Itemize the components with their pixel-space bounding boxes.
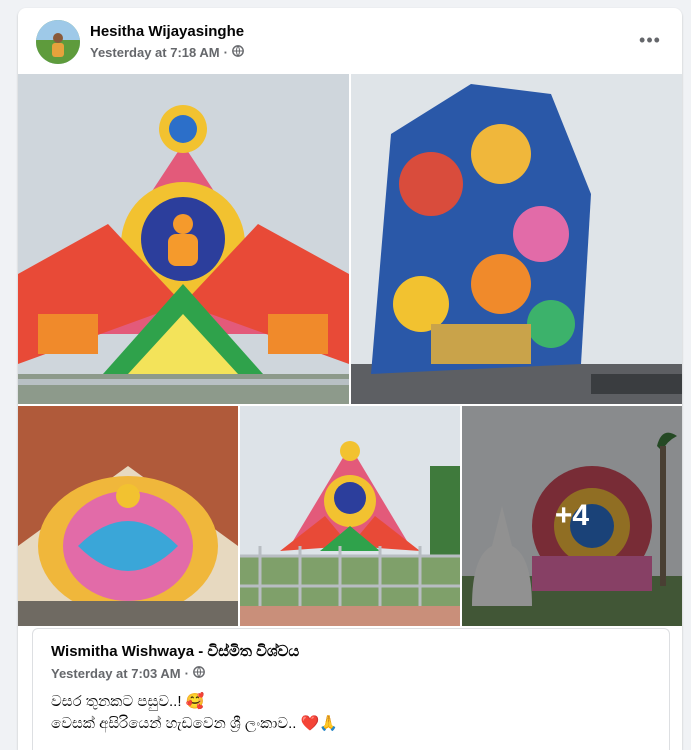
photo-grid: +4 (18, 74, 682, 626)
post-header: Hesitha Wijayasinghe Yesterday at 7:18 A… (18, 8, 682, 74)
meta-separator: · (223, 45, 228, 60)
shared-post-meta: Yesterday at 7:03 AM · (51, 666, 205, 681)
more-photos-count: +4 (554, 499, 590, 532)
photo-tile-4[interactable] (240, 406, 460, 626)
post-meta: Yesterday at 7:18 AM · (90, 45, 244, 60)
photo-pandal-closeup (18, 406, 238, 626)
shared-post-line-2: වෙසක් අසිරියෙන් හැඩවෙන ශ්‍රී ලංකාව.. ❤️🙏 (51, 715, 338, 732)
photo-tile-2[interactable] (351, 74, 682, 404)
shared-post[interactable]: Wismitha Wishwaya - විස්මිත විශ්වය Yeste… (32, 628, 670, 750)
shared-post-timestamp[interactable]: Yesterday at 7:03 AM (51, 666, 181, 681)
avatar[interactable] (36, 20, 80, 64)
post-card: Hesitha Wijayasinghe Yesterday at 7:18 A… (18, 8, 682, 750)
globe-icon (193, 666, 205, 681)
shared-meta-separator: · (184, 666, 189, 681)
more-options-button[interactable]: ••• (636, 26, 664, 54)
photo-tile-3[interactable] (18, 406, 238, 626)
more-icon: ••• (639, 29, 661, 50)
post-timestamp[interactable]: Yesterday at 7:18 AM (90, 45, 220, 60)
photo-pandal-buddha (18, 74, 349, 404)
photo-tile-1[interactable] (18, 74, 349, 404)
more-photos-overlay[interactable]: +4 (462, 406, 682, 626)
photo-pandal-side-view (351, 74, 682, 404)
shared-post-text: වසර තුනකට පසුව..! 🥰 වෙසක් අසිරියෙන් හැඩව… (51, 691, 338, 735)
globe-icon (232, 45, 244, 60)
post-author-name[interactable]: Hesitha Wijayasinghe (90, 23, 244, 40)
photo-tile-5[interactable]: +4 (462, 406, 682, 626)
photo-pandal-fence-view (240, 406, 460, 626)
shared-post-line-1: වසර තුනකට පසුව..! 🥰 (51, 693, 205, 710)
shared-post-author[interactable]: Wismitha Wishwaya - විස්මිත විශ්වය (51, 643, 299, 660)
